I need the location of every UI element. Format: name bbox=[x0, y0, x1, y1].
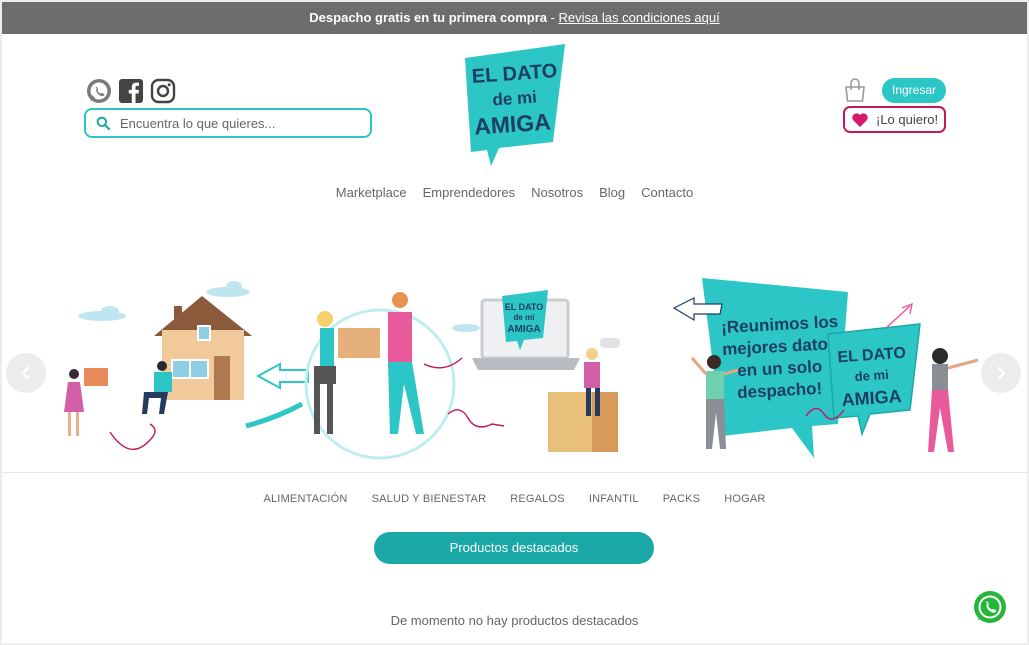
login-button[interactable]: Ingresar bbox=[882, 78, 946, 103]
category-nav: ALIMENTACIÓN SALUD Y BIENESTAR REGALOS I… bbox=[2, 493, 1027, 505]
search-icon bbox=[96, 116, 110, 130]
nav-item-blog[interactable]: Blog bbox=[599, 185, 625, 200]
facebook-icon[interactable] bbox=[118, 78, 144, 104]
nav-item-nosotros[interactable]: Nosotros bbox=[531, 185, 583, 200]
category-salud-bienestar[interactable]: SALUD Y BIENESTAR bbox=[372, 493, 487, 505]
laptop-sign-line-2: de mi bbox=[514, 313, 535, 322]
chevron-left-icon bbox=[21, 366, 30, 380]
promo-conditions-link[interactable]: Revisa las condiciones aquí bbox=[559, 10, 720, 25]
divider bbox=[2, 472, 1027, 473]
page: Despacho gratis en tu primera compra - R… bbox=[2, 2, 1027, 643]
logo-line-2: de mi bbox=[492, 87, 538, 109]
sign-line-2: de mi bbox=[854, 367, 889, 384]
nav-item-emprendedores[interactable]: Emprendedores bbox=[423, 185, 516, 200]
category-packs[interactable]: PACKS bbox=[663, 493, 700, 505]
carousel-prev-button[interactable] bbox=[6, 353, 46, 393]
cloud-icon bbox=[78, 281, 480, 332]
category-alimentacion[interactable]: ALIMENTACIÓN bbox=[263, 493, 347, 505]
nav-item-contacto[interactable]: Contacto bbox=[641, 185, 693, 200]
person-woman-illustration bbox=[64, 368, 108, 436]
promo-text: Despacho gratis en tu primera compra bbox=[309, 10, 547, 25]
wishlist-label: ¡Lo quiero! bbox=[876, 112, 939, 127]
carousel-next-button[interactable] bbox=[981, 353, 1021, 393]
search-box bbox=[84, 108, 372, 138]
search-input[interactable] bbox=[120, 115, 350, 131]
whatsapp-icon bbox=[974, 591, 1006, 623]
laptop-illustration: EL DATO de mi AMIGA bbox=[472, 290, 580, 370]
main-nav: Marketplace Emprendedores Nosotros Blog … bbox=[2, 185, 1027, 200]
whatsapp-chat-button[interactable] bbox=[972, 589, 1008, 625]
nav-item-marketplace[interactable]: Marketplace bbox=[336, 185, 407, 200]
empty-featured-message: De momento no hay productos destacados bbox=[390, 613, 639, 628]
chevron-right-icon bbox=[997, 366, 1006, 380]
cart-icon[interactable] bbox=[842, 77, 868, 103]
logo-line-3: AMIGA bbox=[473, 108, 551, 139]
category-hogar[interactable]: HOGAR bbox=[724, 493, 765, 505]
instagram-icon[interactable] bbox=[150, 78, 176, 104]
whatsapp-icon[interactable] bbox=[86, 78, 112, 104]
promo-bar: Despacho gratis en tu primera compra - R… bbox=[2, 2, 1027, 34]
featured-products-button[interactable]: Productos destacados bbox=[374, 532, 654, 564]
hero-banner[interactable]: EL DATO de mi AMIGA ¡Reunimos los mejore… bbox=[2, 264, 1027, 472]
sign-line-3: AMIGA bbox=[841, 386, 902, 410]
promo-separator: - bbox=[546, 10, 559, 25]
arrow-icon bbox=[255, 362, 309, 390]
laptop-sign-line-1: EL DATO bbox=[505, 302, 544, 312]
heart-icon bbox=[852, 112, 868, 127]
category-infantil[interactable]: INFANTIL bbox=[589, 493, 639, 505]
wishlist-button[interactable]: ¡Lo quiero! bbox=[843, 106, 946, 133]
social-links bbox=[86, 78, 176, 104]
delivery-illustration bbox=[314, 292, 424, 434]
laptop-sign-line-3: AMIGA bbox=[507, 324, 540, 335]
site-logo[interactable]: EL DATO de mi AMIGA bbox=[463, 42, 567, 168]
category-regalos[interactable]: REGALOS bbox=[510, 493, 565, 505]
